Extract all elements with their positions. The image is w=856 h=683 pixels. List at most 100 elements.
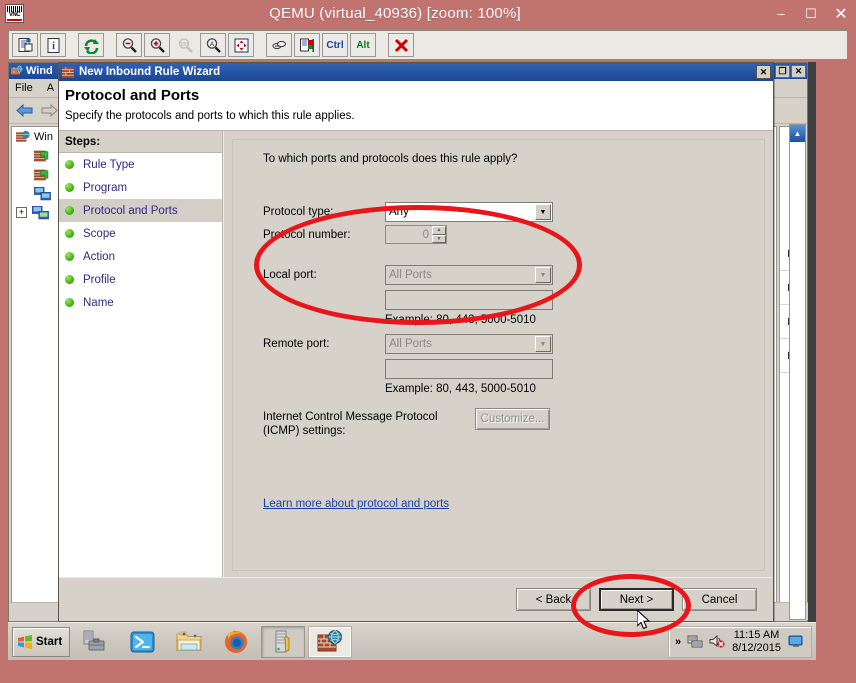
new-inbound-rule-wizard-dialog[interactable]: New Inbound Rule Wizard ✕ Protocol and P… — [58, 62, 774, 621]
outbound-rules-icon — [34, 169, 49, 180]
sidebar-item-action[interactable]: Action — [59, 245, 222, 268]
wizard-content-pane: To which ports and protocols does this r… — [223, 131, 773, 577]
taskbar-firefox[interactable] — [214, 626, 258, 658]
local-port-hint: Example: 80, 443, 5000-5010 — [385, 314, 536, 326]
sidebar-item-protocol-and-ports[interactable]: Protocol and Ports — [59, 199, 222, 222]
vnc-minimize-button[interactable]: – — [766, 3, 796, 25]
server-tool-icon — [275, 630, 290, 652]
alt-key-button[interactable]: Alt — [350, 33, 376, 57]
protocol-type-select[interactable]: Any ▼ — [385, 202, 553, 222]
stepper-up-icon[interactable]: ▲ — [432, 226, 446, 235]
ctrl-key-button[interactable]: Ctrl — [322, 33, 348, 57]
zoom-100-icon: 100 — [172, 33, 198, 57]
sidebar-item-profile[interactable]: Profile — [59, 268, 222, 291]
mmc-vertical-scrollbar[interactable]: ▲ — [789, 124, 806, 620]
refresh-icon[interactable] — [78, 33, 104, 57]
vnc-window-title: QEMU (virtual_40936) [zoom: 100%] — [269, 5, 521, 22]
forward-arrow-icon[interactable] — [38, 101, 60, 121]
firefox-icon — [225, 630, 247, 653]
taskbar-file-explorer[interactable] — [167, 626, 211, 658]
step-label-profile: Profile — [83, 273, 116, 286]
vnc-titlebar: VNC QEMU (virtual_40936) [zoom: 100%] – … — [0, 0, 856, 27]
mmc-close-button[interactable]: ✕ — [791, 64, 806, 78]
local-port-select[interactable]: All Ports ▼ — [385, 265, 553, 285]
clipboard-icon[interactable] — [266, 33, 292, 57]
customize-button[interactable]: Customize... — [475, 408, 550, 430]
chevron-down-icon[interactable]: ▼ — [535, 204, 551, 220]
sidebar-item-rule-type[interactable]: Rule Type — [59, 153, 222, 176]
step-label-protocol-and-ports: Protocol and Ports — [83, 204, 178, 217]
zoom-out-icon[interactable] — [116, 33, 142, 57]
clock-time: 11:15 AM — [733, 628, 780, 641]
taskbar-tool[interactable] — [261, 625, 305, 658]
cancel-button[interactable]: Cancel — [682, 588, 757, 611]
stepper-down-icon[interactable]: ▼ — [432, 234, 446, 243]
remote-port-select[interactable]: All Ports ▼ — [385, 334, 553, 354]
chevron-down-icon[interactable]: ▼ — [535, 267, 551, 283]
local-port-input[interactable] — [385, 290, 553, 310]
sidebar-item-program[interactable]: Program — [59, 176, 222, 199]
protocol-type-label: Protocol type: — [263, 206, 334, 218]
step-bullet-icon — [65, 206, 74, 215]
wizard-header: Protocol and Ports Specify the protocols… — [59, 81, 773, 131]
new-connection-icon[interactable] — [12, 33, 38, 57]
learn-more-link[interactable]: Learn more about protocol and ports — [263, 498, 449, 570]
send-keys-icon[interactable] — [294, 33, 320, 57]
remote-port-row: Remote port: All Ports ▼ — [263, 334, 593, 354]
vnc-close-button[interactable]: ✕ — [826, 3, 856, 25]
wizard-close-button[interactable]: ✕ — [756, 65, 771, 79]
system-tray: » 11:15 AM 8/12/2015 — [667, 625, 812, 658]
back-arrow-icon[interactable] — [13, 101, 35, 121]
menu-item-action[interactable]: A — [47, 82, 54, 94]
wizard-body: Steps: Rule Type Program Protocol and Po… — [59, 131, 773, 577]
scroll-up-arrow-icon[interactable]: ▲ — [790, 125, 805, 142]
clock[interactable]: 11:15 AM 8/12/2015 — [732, 629, 781, 655]
steps-header: Steps: — [59, 131, 222, 153]
firewall-icon — [11, 65, 23, 75]
tree-expander-monitoring[interactable]: + — [16, 207, 27, 218]
start-button[interactable]: Start — [12, 626, 70, 657]
mmc-window-title: Wind — [26, 65, 53, 77]
remote-port-input[interactable] — [385, 359, 553, 379]
chevron-down-icon[interactable]: ▼ — [535, 336, 551, 352]
step-bullet-icon — [65, 229, 74, 238]
show-desktop-icon[interactable] — [787, 632, 805, 652]
svg-text:i: i — [52, 41, 55, 52]
protocol-number-label: Protocol number: — [263, 228, 351, 241]
svg-text:100: 100 — [179, 42, 188, 48]
local-port-label: Local port: — [263, 269, 317, 281]
local-port-row: Local port: All Ports ▼ — [263, 265, 593, 285]
zoom-in-icon[interactable] — [144, 33, 170, 57]
powershell-icon — [130, 631, 154, 652]
step-bullet-icon — [65, 275, 74, 284]
sidebar-item-name[interactable]: Name — [59, 291, 222, 314]
volume-muted-icon[interactable] — [709, 634, 726, 649]
taskbar-windows-firewall[interactable] — [308, 625, 352, 658]
taskbar-server-manager[interactable] — [73, 626, 117, 658]
windows-taskbar: Start » 11:15 AM 8/12/2015 — [8, 622, 816, 660]
network-icon[interactable] — [687, 634, 703, 649]
protocol-number-row: Protocol number: 0 ▲ ▼ — [263, 225, 593, 244]
firewall-icon — [62, 66, 74, 78]
windows-logo-icon — [18, 634, 32, 649]
remote-desktop-screen[interactable]: Wind ❐ ✕ File A Win + ▲ New Inbound Rule… — [8, 62, 816, 660]
menu-item-file[interactable]: File — [15, 82, 33, 94]
disconnect-icon[interactable] — [388, 33, 414, 57]
clock-date: 8/12/2015 — [732, 641, 781, 654]
next-button[interactable]: Next > — [599, 588, 674, 611]
connection-info-icon[interactable]: i — [40, 33, 66, 57]
zoom-fit-icon[interactable]: A — [200, 33, 226, 57]
mmc-restore-button[interactable]: ❐ — [775, 64, 790, 78]
back-button[interactable]: < Back — [516, 588, 591, 611]
monitoring-icon — [32, 205, 49, 219]
folder-icon — [176, 631, 202, 651]
step-label-name: Name — [83, 296, 114, 309]
sidebar-item-scope[interactable]: Scope — [59, 222, 222, 245]
wizard-footer: < Back Next > Cancel — [59, 577, 773, 621]
taskbar-powershell[interactable] — [120, 626, 164, 658]
vnc-maximize-button[interactable]: ☐ — [796, 3, 826, 25]
show-hidden-icons-button[interactable]: » — [675, 636, 681, 648]
protocol-number-stepper[interactable]: 0 ▲ ▼ — [385, 225, 447, 244]
step-label-scope: Scope — [83, 227, 116, 240]
fullscreen-icon[interactable] — [228, 33, 254, 57]
